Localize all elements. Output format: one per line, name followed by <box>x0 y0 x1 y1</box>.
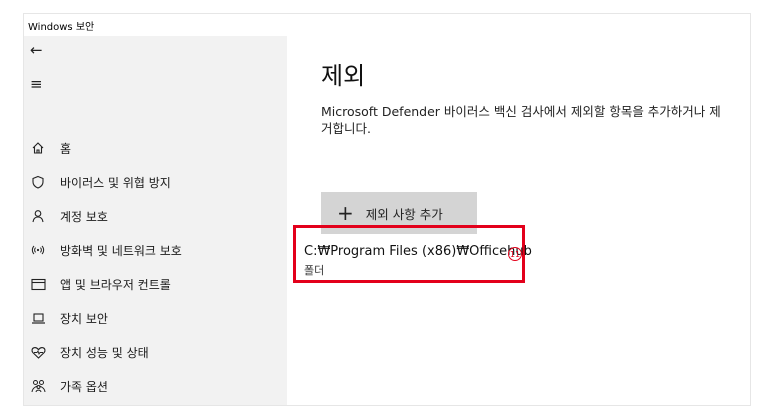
sidebar-item-device-health[interactable]: 장치 성능 및 상태 <box>24 338 287 366</box>
sidebar-item-label: 장치 성능 및 상태 <box>60 345 149 360</box>
shield-icon <box>29 173 47 191</box>
page-title: 제외 <box>321 62 366 90</box>
wifi-antenna-icon <box>29 241 47 259</box>
exclusion-item-type: 폴더 <box>304 264 325 277</box>
add-exclusion-label: 제외 사항 추가 <box>365 206 443 222</box>
sidebar-item-account-protection[interactable]: 계정 보호 <box>24 202 287 230</box>
annotation-number-badge: 11 <box>508 247 522 261</box>
sidebar-item-device-security[interactable]: 장치 보안 <box>24 304 287 332</box>
sidebar-item-firewall[interactable]: 방화벽 및 네트워크 보호 <box>24 236 287 264</box>
plus-icon: + <box>337 201 354 225</box>
exclusion-item-path[interactable]: C:₩Program Files (x86)₩Officehub <box>304 244 532 259</box>
heart-icon <box>29 343 47 361</box>
window-title: Windows 보안 <box>28 22 95 33</box>
sidebar: ← ≡ 홈 바이러스 및 위협 방지 계정 보호 방화벽 및 네트워크 보호 앱… <box>24 36 287 405</box>
sidebar-item-app-browser-control[interactable]: 앱 및 브라우저 컨트롤 <box>24 270 287 298</box>
hamburger-menu-icon[interactable]: ≡ <box>30 74 50 94</box>
sidebar-item-label: 홈 <box>60 141 72 156</box>
sidebar-item-label: 장치 보안 <box>60 311 108 326</box>
title-bar: Windows 보안 <box>24 14 750 36</box>
sidebar-item-virus-protection[interactable]: 바이러스 및 위협 방지 <box>24 168 287 196</box>
main-content: 제외 Microsoft Defender 바이러스 백신 검사에서 제외할 항… <box>287 36 750 405</box>
family-icon <box>29 377 47 395</box>
sidebar-item-label: 방화벽 및 네트워크 보호 <box>60 243 182 258</box>
sidebar-item-label: 가족 옵션 <box>60 379 108 394</box>
sidebar-item-label: 계정 보호 <box>60 209 108 224</box>
sidebar-item-home[interactable]: 홈 <box>24 134 287 162</box>
windows-security-window: Windows 보안 ← ≡ 홈 바이러스 및 위협 방지 계정 보호 방화벽 … <box>24 14 750 405</box>
sidebar-item-label: 앱 및 브라우저 컨트롤 <box>60 277 171 292</box>
app-window-icon <box>29 275 47 293</box>
page-description: Microsoft Defender 바이러스 백신 검사에서 제외할 항목을 … <box>321 104 721 136</box>
back-arrow-icon[interactable]: ← <box>30 40 50 60</box>
sidebar-item-family-options[interactable]: 가족 옵션 <box>24 372 287 400</box>
sidebar-item-label: 바이러스 및 위협 방지 <box>60 175 171 190</box>
person-icon <box>29 207 47 225</box>
home-icon <box>29 139 47 157</box>
laptop-icon <box>29 309 47 327</box>
